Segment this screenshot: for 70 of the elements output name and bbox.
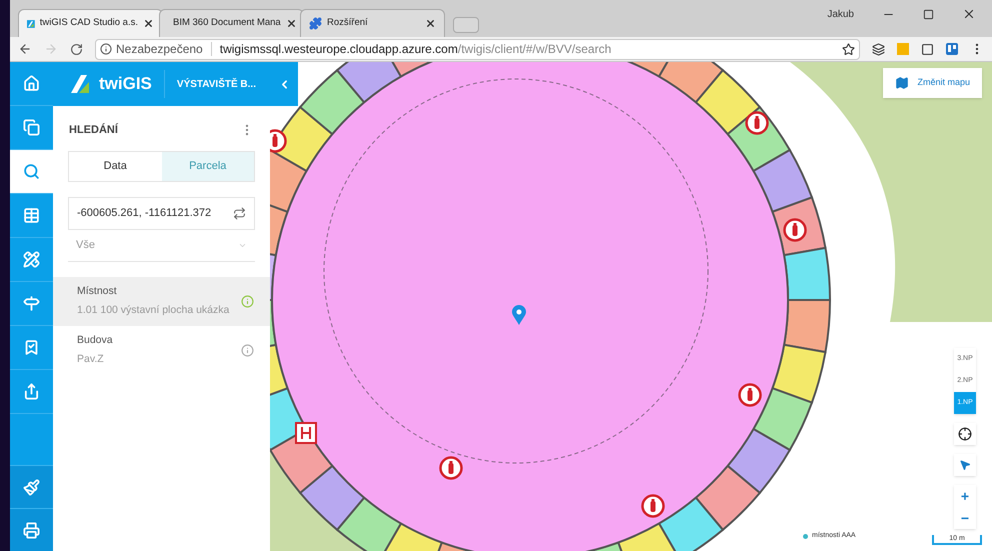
logo-text: twiGIS <box>99 73 152 96</box>
fire-extinguisher-icon <box>745 111 769 135</box>
map-icon <box>895 76 910 90</box>
nav-item[interactable] <box>10 508 53 551</box>
url-text: twigismssql.westeurope.cloudapp.azure.com/twigis/client/#/w/BVV/search <box>220 41 612 58</box>
back-icon[interactable] <box>18 42 32 56</box>
brush-icon <box>23 478 40 496</box>
pointer-icon <box>959 459 971 471</box>
share-icon <box>23 383 40 400</box>
select-button[interactable] <box>954 454 976 476</box>
address-bar[interactable]: Nezabezpečeno twigismssql.westeurope.cloudapp.azure.com/twigis/client/#/w/BVV/search <box>95 38 860 60</box>
info-icon <box>100 43 112 55</box>
target-icon <box>958 427 972 441</box>
nav-item[interactable] <box>10 465 53 508</box>
locate-button[interactable] <box>954 423 976 445</box>
room-block <box>726 428 791 494</box>
swap-icon[interactable] <box>233 206 246 220</box>
result-title: Budova <box>77 332 113 348</box>
fire-extinguisher-icon <box>783 218 807 242</box>
printer-icon <box>23 522 40 538</box>
ruler-pencil-icon <box>23 251 40 268</box>
info-icon[interactable] <box>241 294 254 308</box>
twigis-logo-icon <box>69 73 91 95</box>
tab-title: twiGIS CAD Studio a.s. <box>40 16 138 30</box>
search-field[interactable]: -600605.261, -1161121.372 <box>68 196 255 230</box>
result-item[interactable]: Místnost 1.01 100 výstavní plocha ukázka <box>53 276 270 326</box>
layers-icon <box>23 119 40 136</box>
location-pin-icon <box>512 305 526 325</box>
close-icon[interactable] <box>143 18 154 29</box>
panel-title: HLEDÁNÍ <box>69 122 118 138</box>
zoom-in-button[interactable]: + <box>954 485 976 507</box>
frame-icon[interactable] <box>921 42 934 56</box>
room-block <box>694 464 761 531</box>
result-subtitle: 1.01 100 výstavní plocha ukázka <box>77 302 230 318</box>
search-icon <box>23 163 40 180</box>
info-icon[interactable] <box>241 344 254 356</box>
browser-tab[interactable]: BIM 360 Document Mana <box>159 9 304 37</box>
reload-icon[interactable] <box>70 42 83 56</box>
result-title: Místnost <box>77 284 118 299</box>
room-block <box>771 344 826 404</box>
star-icon[interactable] <box>842 42 855 56</box>
hydrant-sign-icon <box>295 422 317 444</box>
tab-title: BIM 360 Document Mana <box>173 16 281 30</box>
home-icon <box>23 75 40 92</box>
browser-tab[interactable]: twiGIS CAD Studio a.s. <box>18 9 163 37</box>
table-icon <box>23 207 40 224</box>
close-icon[interactable] <box>425 18 436 29</box>
profile-name[interactable]: Jakub <box>827 6 854 22</box>
tab-title: Rozšíření <box>327 16 369 30</box>
close-icon[interactable] <box>286 18 297 29</box>
room-block <box>752 149 813 213</box>
maximize-icon[interactable] <box>923 8 934 20</box>
signpost-icon <box>23 295 40 312</box>
layers-icon[interactable] <box>872 42 885 56</box>
zoom-out-button[interactable]: − <box>954 507 976 529</box>
result-subtitle: Pav.Z <box>77 352 105 366</box>
room-block <box>752 387 813 451</box>
nav-item[interactable] <box>10 150 53 194</box>
fire-extinguisher-icon <box>641 494 665 518</box>
board-icon[interactable] <box>946 43 958 55</box>
fire-extinguisher-icon <box>738 383 762 407</box>
room-block <box>299 464 366 531</box>
puzzle-icon <box>309 17 322 30</box>
fire-extinguisher-icon <box>439 456 463 480</box>
browser-tab[interactable]: Rozšíření <box>300 9 445 37</box>
close-icon[interactable] <box>962 7 976 21</box>
bookmark-icon <box>23 339 40 356</box>
security-label: Nezabezpečeno <box>116 41 203 58</box>
change-map-button[interactable]: Změnit mapu <box>883 68 982 98</box>
workspace-title: VÝSTAVIŠTĚ B... <box>176 77 256 92</box>
